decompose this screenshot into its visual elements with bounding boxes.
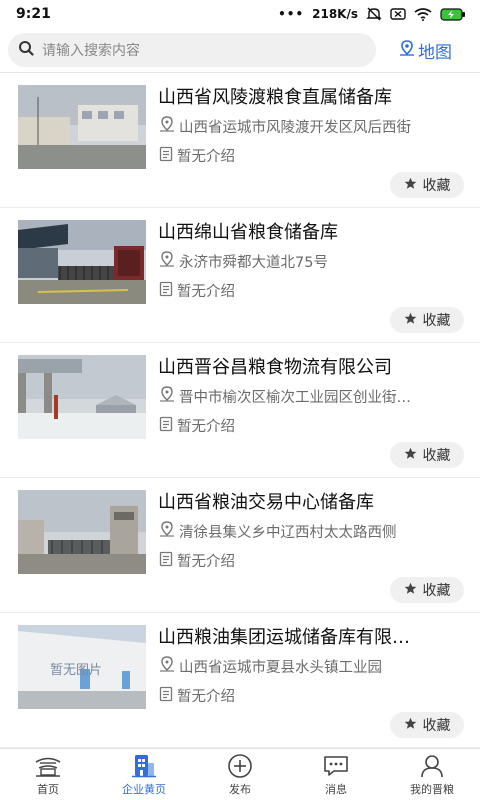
enterprise-address: 永济市舜都大道北75号 (179, 254, 328, 271)
search-icon (18, 40, 34, 60)
map-pin-icon (398, 39, 416, 62)
battery-charging-icon (440, 7, 466, 21)
enterprise-intro: 暂无介绍 (177, 419, 235, 435)
location-icon (158, 385, 176, 407)
enterprise-intro-row: 暂无介绍 (158, 415, 464, 436)
nav-item-publish[interactable]: 发布 (192, 749, 288, 800)
enterprise-directory-icon (131, 753, 157, 779)
favorite-button[interactable]: 收藏 (390, 307, 464, 333)
list-item[interactable]: 山西省风陵渡粮食直属储备库 山西省运城市风陵渡开发区风后西街 暂无介绍 收藏 (0, 73, 480, 208)
search-placeholder: 请输入搜索内容 (42, 43, 140, 59)
enterprise-address-row: 晋中市榆次区榆次工业园区创业街… (158, 385, 464, 407)
nav-label-publish: 发布 (229, 782, 251, 796)
enterprise-list: 山西省风陵渡粮食直属储备库 山西省运城市风陵渡开发区风后西街 暂无介绍 收藏 山… (0, 73, 480, 748)
location-icon (158, 520, 176, 542)
enterprise-address-row: 山西省运城市风陵渡开发区风后西街 (158, 115, 464, 137)
status-bar: 9:21 ••• 218K/s (0, 0, 480, 28)
list-item[interactable]: 山西晋谷昌粮食物流有限公司 晋中市榆次区榆次工业园区创业街… 暂无介绍 收藏 (0, 343, 480, 478)
nav-item-home[interactable]: 首页 (0, 749, 96, 800)
star-icon (404, 177, 417, 194)
enterprise-name: 山西粮油集团运城储备库有限… (158, 627, 410, 648)
list-item[interactable]: 山西省粮油交易中心储备库 清徐县集义乡中辽西村太太路西侧 暂无介绍 收藏 (0, 478, 480, 613)
user-icon (419, 753, 445, 779)
status-indicators: ••• 218K/s (278, 7, 466, 21)
search-bar-row: 请输入搜索内容 地图 (0, 28, 480, 72)
document-icon (158, 551, 174, 571)
location-icon (158, 655, 176, 677)
enterprise-thumbnail (18, 490, 146, 574)
nav-item-enterprise-directory[interactable]: 企业黄页 (96, 749, 192, 800)
list-item[interactable]: 山西绵山省粮食储备库 永济市舜都大道北75号 暂无介绍 收藏 (0, 208, 480, 343)
enterprise-thumbnail (18, 85, 146, 169)
status-time: 9:21 (16, 6, 51, 22)
document-icon (158, 686, 174, 706)
enterprise-intro-row: 暂无介绍 (158, 145, 464, 166)
enterprise-intro: 暂无介绍 (177, 284, 235, 300)
wifi-icon (414, 7, 432, 21)
enterprise-intro: 暂无介绍 (177, 149, 235, 165)
enterprise-thumbnail: 暂无图片 (18, 625, 146, 709)
enterprise-intro: 暂无介绍 (177, 689, 235, 705)
mute-icon (366, 7, 382, 21)
favorite-label: 收藏 (422, 448, 451, 464)
list-item[interactable]: 暂无图片 山西粮油集团运城储备库有限… 山西省运城市夏县水头镇工业园 暂无介绍 … (0, 613, 480, 748)
enterprise-thumbnail (18, 220, 146, 304)
nav-label-enterprise-directory: 企业黄页 (122, 782, 166, 796)
network-speed: 218K/s (312, 7, 358, 21)
enterprise-address-row: 永济市舜都大道北75号 (158, 250, 464, 272)
favorite-button[interactable]: 收藏 (390, 442, 464, 468)
message-icon (322, 753, 350, 779)
network-dots-icon: ••• (278, 7, 305, 21)
document-icon (158, 146, 174, 166)
star-icon (404, 582, 417, 599)
home-pavilion-icon (33, 753, 63, 779)
enterprise-address: 晋中市榆次区榆次工业园区创业街… (179, 389, 411, 406)
enterprise-intro: 暂无介绍 (177, 554, 235, 570)
nav-label-profile: 我的晋粮 (410, 782, 454, 796)
favorite-label: 收藏 (422, 718, 451, 734)
location-icon (158, 115, 176, 137)
enterprise-intro-row: 暂无介绍 (158, 280, 464, 301)
favorite-label: 收藏 (422, 178, 451, 194)
no-image-placeholder: 暂无图片 (50, 663, 103, 678)
search-input[interactable]: 请输入搜索内容 (8, 33, 376, 67)
enterprise-address: 清徐县集义乡中辽西村太太路西侧 (179, 524, 397, 541)
enterprise-address: 山西省运城市夏县水头镇工业园 (179, 659, 382, 676)
favorite-button[interactable]: 收藏 (390, 172, 464, 198)
favorite-button[interactable]: 收藏 (390, 712, 464, 738)
nav-item-messages[interactable]: 消息 (288, 749, 384, 800)
enterprise-address: 山西省运城市风陵渡开发区风后西街 (179, 119, 411, 136)
enterprise-name: 山西省粮油交易中心储备库 (158, 492, 374, 513)
map-label: 地图 (418, 42, 452, 63)
bottom-nav: 首页 企业黄页 发布 消息 我的晋粮 (0, 748, 480, 800)
nav-label-messages: 消息 (325, 782, 347, 796)
favorite-button[interactable]: 收藏 (390, 577, 464, 603)
nav-label-home: 首页 (37, 782, 59, 796)
star-icon (404, 717, 417, 734)
star-icon (404, 312, 417, 329)
map-button[interactable]: 地图 (398, 38, 452, 63)
enterprise-address-row: 清徐县集义乡中辽西村太太路西侧 (158, 520, 464, 542)
enterprise-address-row: 山西省运城市夏县水头镇工业园 (158, 655, 464, 677)
enterprise-thumbnail (18, 355, 146, 439)
star-icon (404, 447, 417, 464)
sim-blocked-icon (390, 8, 406, 20)
nav-item-profile[interactable]: 我的晋粮 (384, 749, 480, 800)
favorite-label: 收藏 (422, 313, 451, 329)
enterprise-intro-row: 暂无介绍 (158, 685, 464, 706)
enterprise-name: 山西省风陵渡粮食直属储备库 (158, 87, 392, 108)
enterprise-intro-row: 暂无介绍 (158, 550, 464, 571)
document-icon (158, 281, 174, 301)
document-icon (158, 416, 174, 436)
plus-circle-icon (227, 753, 253, 779)
favorite-label: 收藏 (422, 583, 451, 599)
enterprise-name: 山西绵山省粮食储备库 (158, 222, 338, 243)
enterprise-name: 山西晋谷昌粮食物流有限公司 (158, 357, 392, 378)
location-icon (158, 250, 176, 272)
